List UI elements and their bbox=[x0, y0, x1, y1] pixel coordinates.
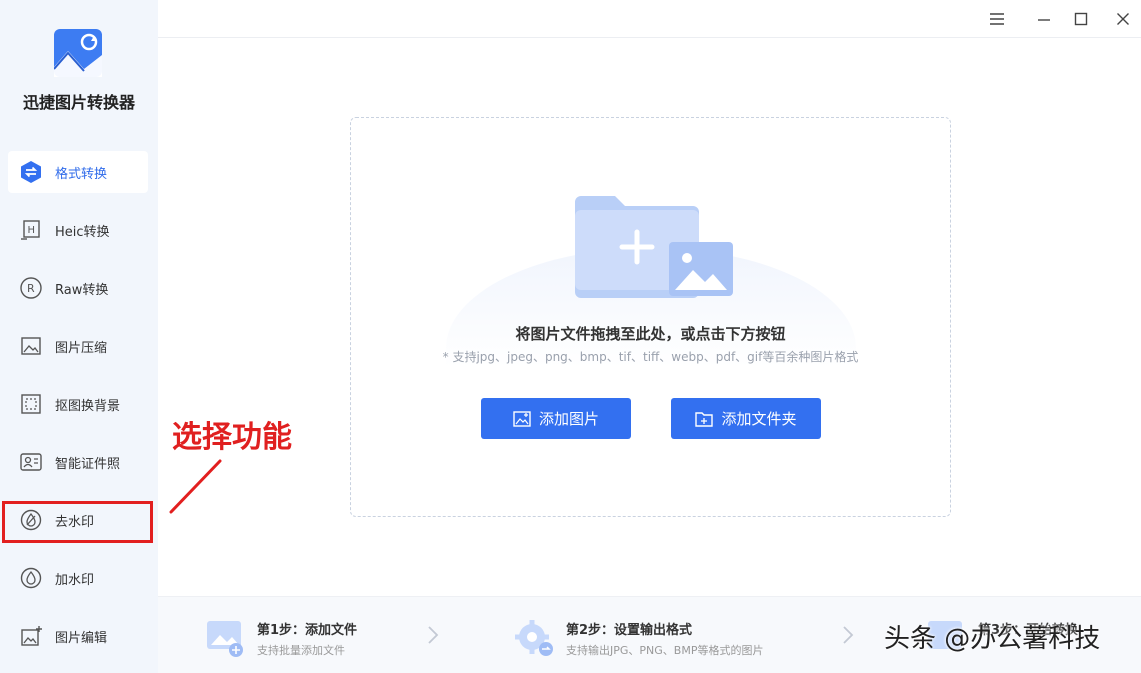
add-image-button[interactable]: 添加图片 bbox=[481, 398, 631, 439]
svg-text:R: R bbox=[27, 282, 35, 295]
file-drop-zone[interactable]: 将图片文件拖拽至此处，或点击下方按钮 * 支持jpg、jpeg、png、bmp、… bbox=[350, 117, 951, 517]
image-icon bbox=[513, 410, 531, 427]
step-1: 第1步：添加文件 支持批量添加文件 bbox=[205, 597, 445, 673]
step-description: 支持输出JPG、PNG、BMP等格式的图片 bbox=[566, 644, 764, 657]
image-edit-icon bbox=[18, 623, 44, 649]
maximize-icon[interactable] bbox=[1071, 9, 1091, 29]
settings-gear-icon bbox=[515, 620, 553, 656]
sidebar-item-label: 智能证件照 bbox=[55, 456, 121, 472]
watermark-overlay: 头条 @办公薯科技 bbox=[884, 624, 1101, 654]
menu-icon[interactable] bbox=[987, 9, 1007, 29]
sidebar-item-label: 抠图换背景 bbox=[55, 398, 121, 414]
id-photo-icon bbox=[18, 449, 44, 475]
close-icon[interactable] bbox=[1113, 9, 1133, 29]
convert-icon bbox=[18, 159, 44, 185]
step-2: 第2步：设置输出格式 支持输出JPG、PNG、BMP等格式的图片 bbox=[514, 597, 814, 673]
raw-icon: R bbox=[18, 275, 44, 301]
sidebar-item-format-convert[interactable]: 格式转换 bbox=[8, 151, 148, 193]
sidebar-item-label: Raw转换 bbox=[55, 282, 109, 298]
app-title: 迅捷图片转换器 bbox=[22, 93, 135, 112]
chevron-right-icon bbox=[428, 626, 439, 644]
sidebar-item-label: Heic转换 bbox=[55, 224, 110, 240]
sidebar-item-id-photo[interactable]: 智能证件照 bbox=[8, 441, 148, 483]
folder-add-image-icon bbox=[575, 196, 733, 298]
folder-icon bbox=[695, 411, 714, 427]
app-logo-icon bbox=[54, 29, 102, 77]
sidebar-item-raw[interactable]: R Raw转换 bbox=[8, 267, 148, 309]
sidebar-item-cutout[interactable]: 抠图换背景 bbox=[8, 383, 148, 425]
sidebar-item-add-watermark[interactable]: 加水印 bbox=[8, 557, 148, 599]
chevron-right-icon bbox=[843, 626, 854, 644]
add-folder-button[interactable]: 添加文件夹 bbox=[671, 398, 821, 439]
sidebar-item-heic[interactable]: H Heic转换 bbox=[8, 209, 148, 251]
add-image-label: 添加图片 bbox=[538, 410, 599, 428]
title-bar bbox=[158, 0, 1141, 38]
sidebar-item-image-edit[interactable]: 图片编辑 bbox=[8, 615, 148, 657]
sidebar: 迅捷图片转换器 格式转换 H Heic转换 R Raw转换 图片压缩 抠图换背景… bbox=[0, 0, 158, 673]
heic-icon: H bbox=[18, 217, 44, 243]
annotation-label: 选择功能 bbox=[172, 420, 292, 455]
cutout-icon bbox=[18, 391, 44, 417]
annotation-highlight-box bbox=[2, 501, 153, 543]
sidebar-item-label: 图片编辑 bbox=[55, 630, 108, 646]
sidebar-item-label: 格式转换 bbox=[55, 166, 108, 182]
sidebar-item-label: 图片压缩 bbox=[55, 340, 108, 356]
annotation-line bbox=[169, 459, 222, 514]
step-title: 第1步：添加文件 bbox=[257, 623, 358, 638]
step-title: 第2步：设置输出格式 bbox=[566, 623, 693, 638]
sidebar-item-compress[interactable]: 图片压缩 bbox=[8, 325, 148, 367]
supported-formats-text: * 支持jpg、jpeg、png、bmp、tif、tiff、webp、pdf、g… bbox=[442, 350, 859, 364]
step-description: 支持批量添加文件 bbox=[257, 644, 345, 657]
drop-zone-title: 将图片文件拖拽至此处，或点击下方按钮 bbox=[515, 325, 786, 343]
minimize-icon[interactable] bbox=[1034, 9, 1054, 29]
add-folder-label: 添加文件夹 bbox=[721, 410, 797, 428]
compress-icon bbox=[18, 333, 44, 359]
sidebar-item-label: 加水印 bbox=[55, 572, 95, 588]
app-window: 迅捷图片转换器 格式转换 H Heic转换 R Raw转换 图片压缩 抠图换背景… bbox=[0, 0, 1141, 673]
svg-text:H: H bbox=[28, 225, 36, 236]
add-file-icon bbox=[207, 621, 243, 657]
add-watermark-icon bbox=[18, 565, 44, 591]
